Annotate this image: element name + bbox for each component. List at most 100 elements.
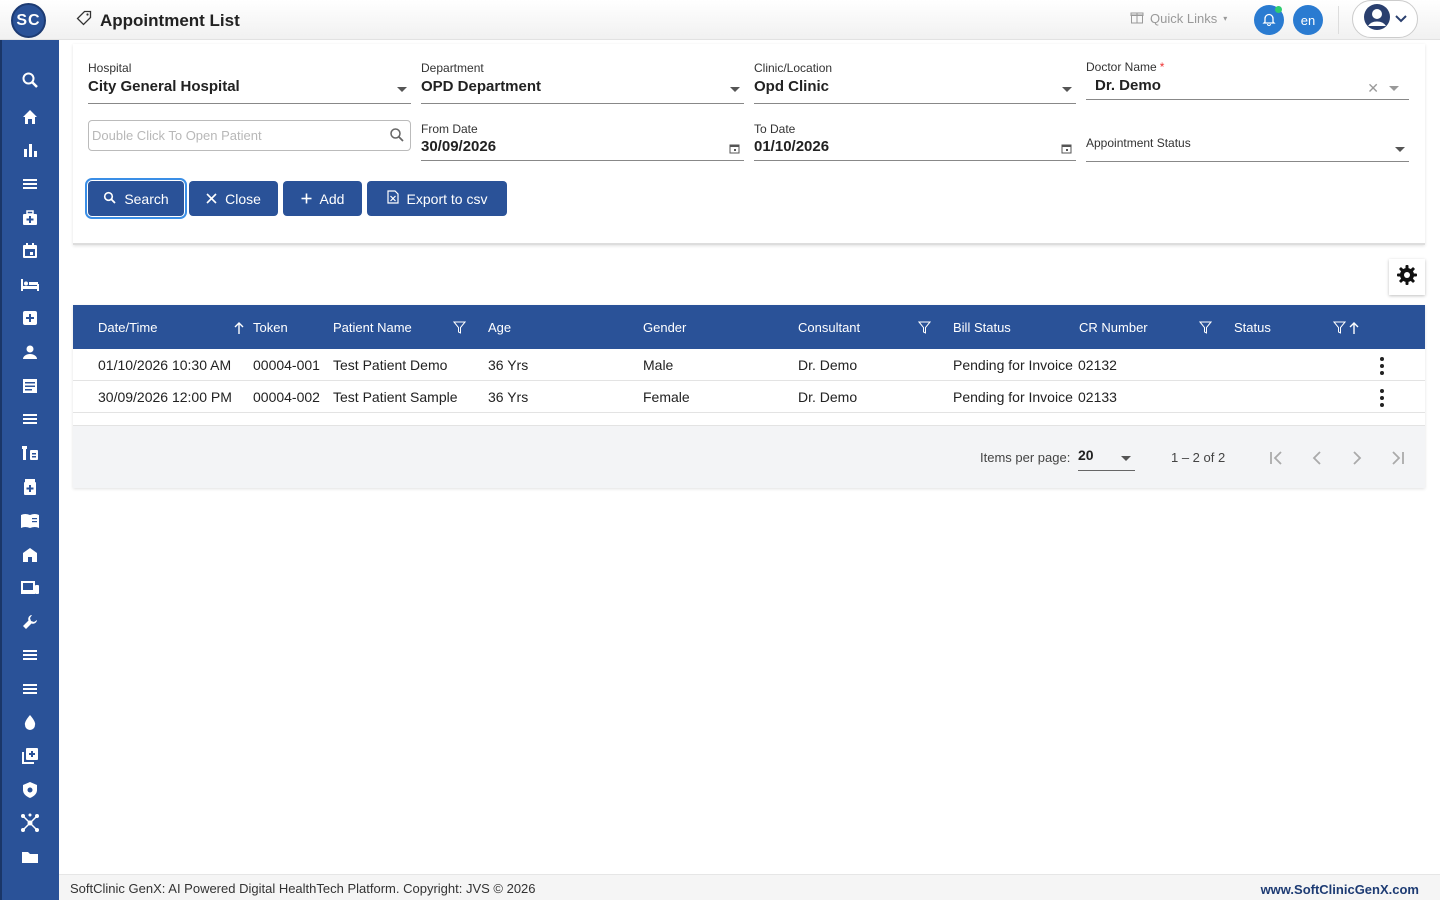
blood-drop-icon[interactable] [19,711,41,733]
calendar-icon[interactable] [729,141,740,159]
cell-token: 00004-002 [253,389,320,405]
sort-asc-icon[interactable] [1349,321,1359,339]
search-icon[interactable] [19,69,41,91]
header-bill-status[interactable]: Bill Status [953,320,1011,335]
header-patient-name[interactable]: Patient Name [333,320,412,335]
header-cr-number[interactable]: CR Number [1079,320,1148,335]
paginator: Items per page: 20 1 – 2 of 2 [73,425,1425,488]
person-icon[interactable] [19,341,41,363]
clear-icon[interactable]: ✕ [1367,80,1379,97]
header-status[interactable]: Status [1234,320,1271,335]
menu-icon[interactable] [19,644,41,666]
cell-token: 00004-001 [253,357,320,373]
add-box-icon[interactable] [19,745,41,767]
table-header: Date/Time Token Patient Name Age Gender … [73,305,1425,349]
gift-icon [1130,10,1144,27]
add-button-label: Add [319,190,345,207]
filter-icon[interactable] [1198,321,1213,339]
filter-icon[interactable] [917,321,932,339]
menu-icon[interactable] [19,173,41,195]
cell-cr-number: 02133 [1078,389,1117,405]
filter-icon[interactable] [452,321,467,339]
add-button[interactable]: Add [283,181,362,216]
app-logo[interactable]: SC [11,3,46,38]
field-underline [754,103,1076,104]
quick-links-menu[interactable]: Quick Links ▾ [1130,10,1227,27]
more-vert-icon[interactable] [1378,357,1386,375]
medical-bag-icon[interactable] [19,207,41,229]
header-age[interactable]: Age [488,320,511,335]
field-underline [88,103,411,104]
bed-icon[interactable] [19,274,41,296]
footer-copyright: SoftClinic GenX: AI Powered Digital Heal… [70,881,536,896]
more-vert-icon[interactable] [1378,389,1386,407]
close-button[interactable]: Close [189,181,278,216]
header-consultant[interactable]: Consultant [798,320,860,335]
plus-box-icon[interactable] [19,307,41,329]
to-date-label: To Date [754,122,796,136]
department-label: Department [421,61,484,75]
appointment-table: Date/Time Token Patient Name Age Gender … [73,305,1425,488]
appointment-status-select[interactable]: Appointment Status [1086,122,1409,162]
hospital-select[interactable]: Hospital City General Hospital [88,61,411,104]
menu-icon[interactable] [19,408,41,430]
user-menu-button[interactable] [1352,0,1418,38]
close-button-label: Close [225,190,261,207]
to-date-field[interactable]: To Date 01/10/2026 [754,122,1076,161]
next-page-icon[interactable] [1346,447,1368,469]
devices-icon[interactable] [19,577,41,599]
wrench-icon[interactable] [19,611,41,633]
clinic-select[interactable]: Clinic/Location Opd Clinic [754,61,1076,104]
doctor-label: Doctor Name * [1086,60,1165,74]
footer: SoftClinic GenX: AI Powered Digital Heal… [59,874,1440,900]
search-button[interactable]: Search [85,178,187,219]
table-row[interactable]: 30/09/2026 12:00 PM 00004-002 Test Patie… [73,381,1425,413]
previous-page-icon[interactable] [1306,447,1328,469]
patient-search-field[interactable] [88,120,411,151]
menu-icon[interactable] [19,678,41,700]
calendar-icon[interactable] [19,240,41,262]
sort-asc-icon[interactable] [234,321,244,339]
divider [1338,6,1339,34]
document-icon[interactable] [19,375,41,397]
filter-icon[interactable] [1332,321,1347,339]
page-title-area: Appointment List [76,10,240,31]
field-underline [421,160,744,161]
pharmacy-icon[interactable] [19,476,41,498]
network-icon[interactable] [19,812,41,834]
export-csv-button[interactable]: Export to csv [367,181,507,216]
book-icon[interactable] [19,510,41,532]
chevron-down-icon [1121,456,1131,461]
patient-search-input[interactable] [89,121,379,150]
folder-icon[interactable] [19,846,41,868]
store-icon[interactable] [19,544,41,566]
first-page-icon[interactable] [1266,447,1288,469]
department-select[interactable]: Department OPD Department [421,61,744,104]
header-date-time[interactable]: Date/Time [98,320,157,335]
search-icon[interactable] [389,127,405,148]
chevron-down-icon [1395,147,1405,152]
excel-icon [386,190,399,207]
language-button[interactable]: en [1293,5,1323,35]
notification-button[interactable] [1254,5,1284,35]
bar-chart-icon[interactable] [19,139,41,161]
items-per-page-select[interactable]: 20 [1078,447,1135,471]
shield-icon[interactable] [19,779,41,801]
cell-patient-name: Test Patient Demo [333,357,448,373]
home-icon[interactable] [19,106,41,128]
table-row[interactable]: 01/10/2026 10:30 AM 00004-001 Test Patie… [73,349,1425,381]
appointment-status-label: Appointment Status [1086,136,1191,150]
footer-website-link[interactable]: www.SoftClinicGenX.com [1261,882,1419,897]
header-token[interactable]: Token [253,320,288,335]
chevron-down-icon [1389,86,1399,91]
column-settings-button[interactable] [1389,259,1425,295]
clinic-value: Opd Clinic [754,78,829,95]
chevron-down-icon [1395,10,1407,28]
calendar-icon[interactable] [1061,141,1072,159]
from-date-field[interactable]: From Date 30/09/2026 [421,122,744,161]
header-gender[interactable]: Gender [643,320,686,335]
doctor-select[interactable]: Doctor Name * Dr. Demo ✕ [1086,60,1409,100]
gear-icon [1396,264,1418,291]
last-page-icon[interactable] [1386,447,1408,469]
lab-icon[interactable] [19,442,41,464]
